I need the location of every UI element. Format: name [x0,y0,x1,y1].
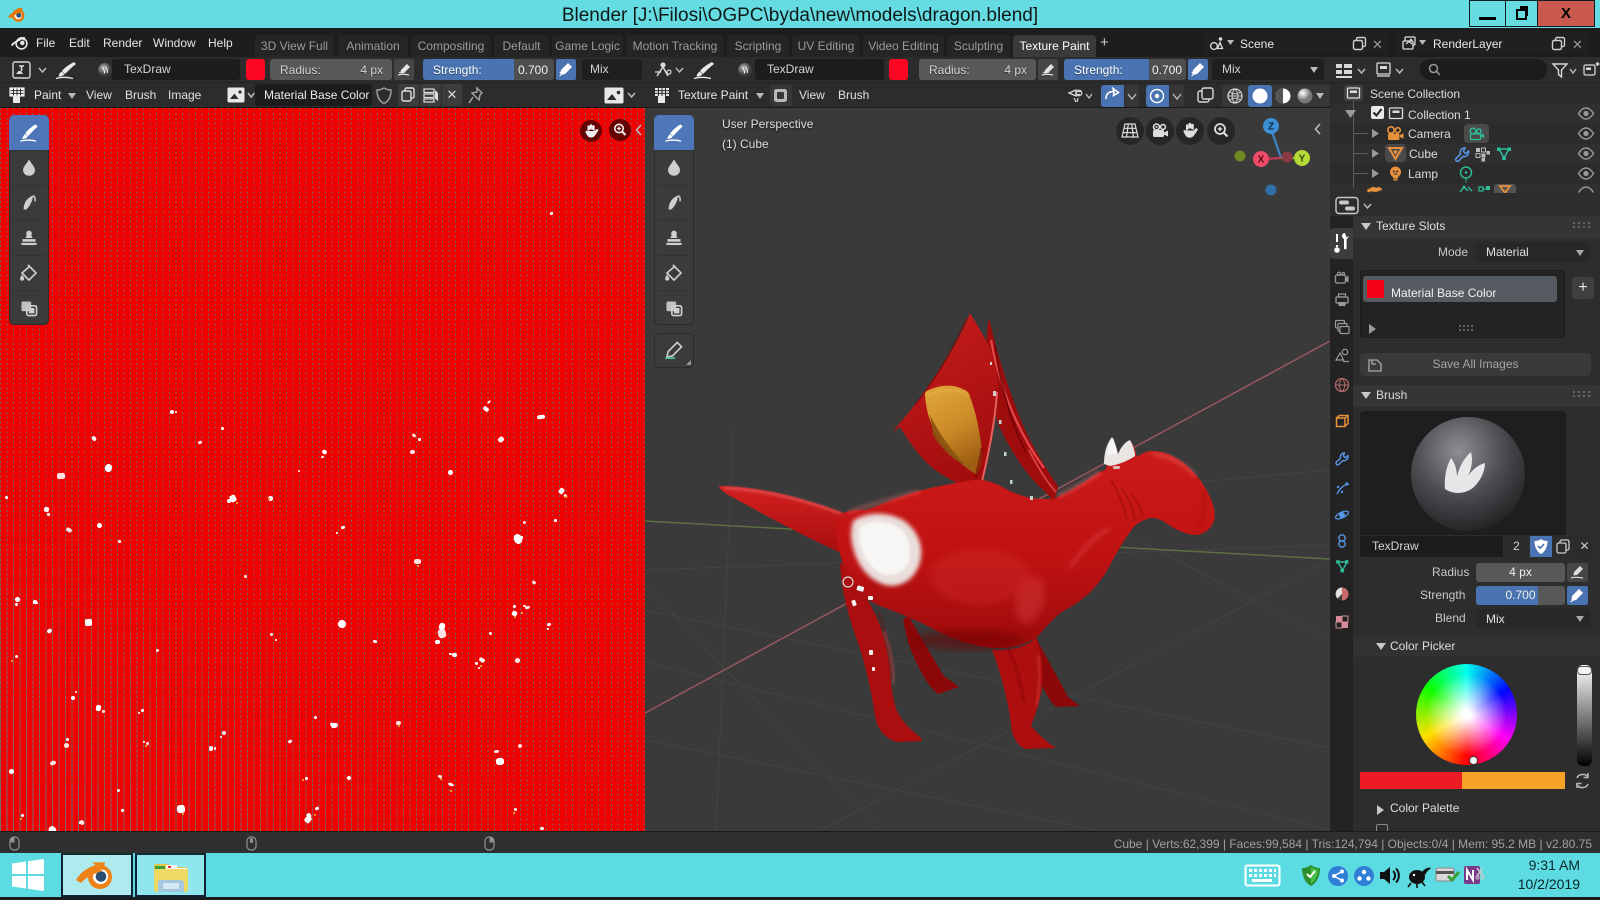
svg-text:Y: Y [1299,154,1306,165]
svg-text:X: X [1258,155,1265,166]
svg-text:Z: Z [1268,122,1274,133]
